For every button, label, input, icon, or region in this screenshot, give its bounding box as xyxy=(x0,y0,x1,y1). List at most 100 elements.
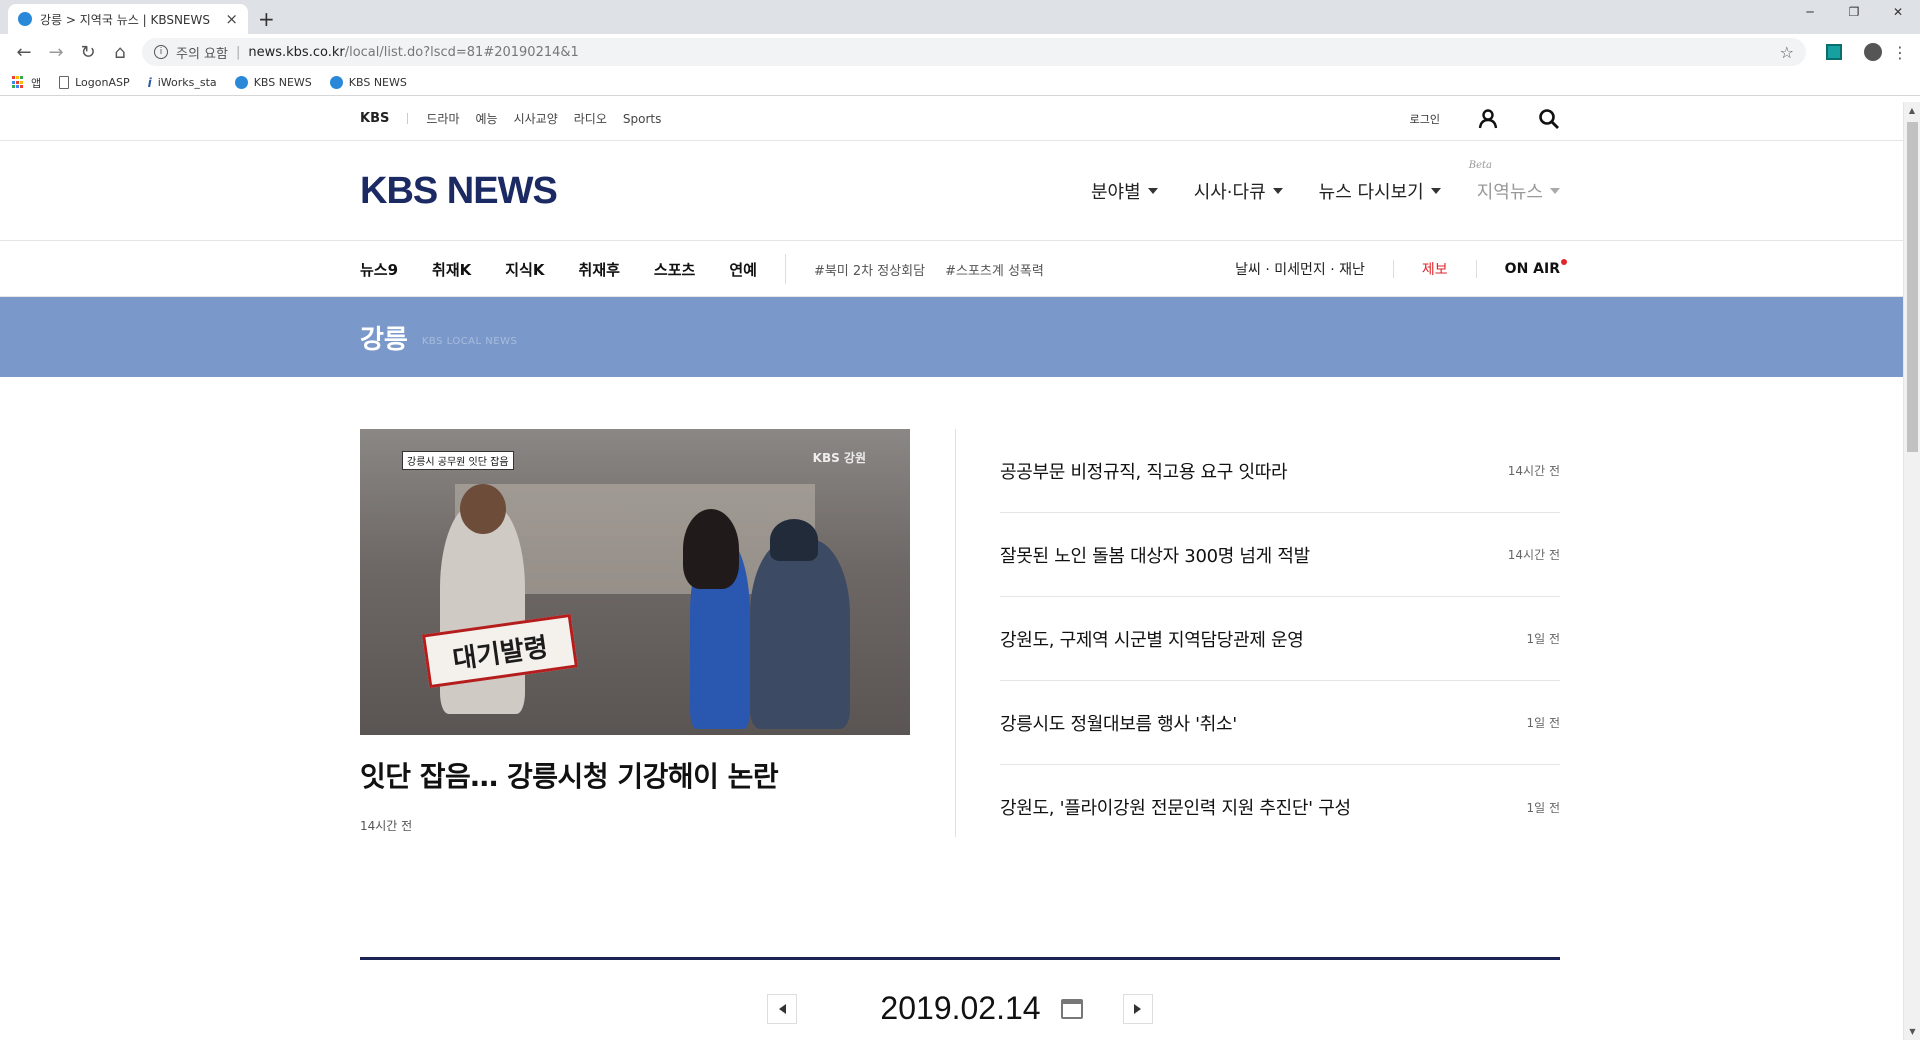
utility-nav: KBS 드라마 예능 시사교양 라디오 Sports 로그인 xyxy=(0,96,1920,141)
bookmark-label: iWorks_sta xyxy=(157,76,217,89)
menu-news-replay[interactable]: 뉴스 다시보기 xyxy=(1319,178,1441,204)
list-item[interactable]: 공공부문 비정규직, 직고용 요구 잇따라 14시간 전 xyxy=(1000,429,1560,513)
bookmark-label: LogonASP xyxy=(75,76,130,89)
main-menu: 분야별 시사·다큐 뉴스 다시보기 Beta 지역뉴스 xyxy=(1055,160,1560,204)
list-item[interactable]: 잘못된 노인 돌봄 대상자 300명 넘게 적발 14시간 전 xyxy=(1000,513,1560,597)
tab-strip: 강릉 > 지역국 뉴스 | KBSNEWS × + ─ ❐ ✕ xyxy=(0,0,1920,34)
search-icon[interactable] xyxy=(1538,108,1560,130)
util-link-entertainment[interactable]: 예능 xyxy=(475,110,497,127)
article-title[interactable]: 강원도, '플라이강원 전문인력 지원 추진단' 구성 xyxy=(1000,794,1526,820)
arrow-right-icon xyxy=(1134,1003,1142,1014)
next-date-button[interactable] xyxy=(1122,993,1153,1024)
bookmark-logonasp[interactable]: LogonASP xyxy=(59,76,130,89)
menu-documentary[interactable]: 시사·다큐 xyxy=(1194,178,1283,204)
region-title: 강릉 xyxy=(360,324,408,355)
caret-down-icon xyxy=(1147,188,1158,194)
vertical-scrollbar[interactable]: ▲ ▼ xyxy=(1903,102,1920,1040)
program-entertainment[interactable]: 연예 xyxy=(729,259,757,280)
program-news9[interactable]: 뉴스9 xyxy=(360,259,398,280)
account-icon[interactable] xyxy=(1864,43,1882,61)
new-tab-icon[interactable]: + xyxy=(258,7,275,31)
program-chwijaehu[interactable]: 취재후 xyxy=(579,259,620,280)
featured-title[interactable]: 잇단 잡음… 강릉시청 기강해이 논란 xyxy=(360,755,910,795)
article-title[interactable]: 공공부문 비정규직, 직고용 요구 잇따라 xyxy=(1000,458,1508,484)
program-chwijae-k[interactable]: 취재K xyxy=(432,259,471,280)
util-link-current-affairs[interactable]: 시사교양 xyxy=(514,110,558,127)
util-link-drama[interactable]: 드라마 xyxy=(426,110,459,127)
program-jisik-k[interactable]: 지식K xyxy=(505,259,544,280)
article-title[interactable]: 강원도, 구제역 시군별 지역담당관제 운영 xyxy=(1000,626,1526,652)
menu-label: 지역뉴스 xyxy=(1476,182,1543,203)
arrow-left-icon xyxy=(778,1003,786,1014)
featured-article[interactable]: 강릉시 공무원 잇단 잡음 KBS 강원 대기발령 잇단 잡음… 강릉시청 기강… xyxy=(360,429,910,849)
menu-by-category[interactable]: 분야별 xyxy=(1091,178,1158,204)
address-bar[interactable]: i 주의 요함 | news.kbs.co.kr /local/list.do?… xyxy=(142,38,1806,66)
restore-icon[interactable]: ❐ xyxy=(1832,0,1876,24)
minimize-icon[interactable]: ─ xyxy=(1788,0,1832,24)
util-link-radio[interactable]: 라디오 xyxy=(574,110,607,127)
url-separator: | xyxy=(235,44,241,60)
close-window-icon[interactable]: ✕ xyxy=(1876,0,1920,24)
list-item[interactable]: 강원도, 구제역 시군별 지역담당관제 운영 1일 전 xyxy=(1000,597,1560,681)
page-icon xyxy=(59,76,70,89)
bookmark-label: 앱 xyxy=(31,76,42,90)
article-title[interactable]: 잘못된 노인 돌봄 대상자 300명 넘게 적발 xyxy=(1000,542,1508,568)
list-item[interactable]: 강릉시도 정월대보름 행사 '취소' 1일 전 xyxy=(1000,681,1560,765)
menu-local-news[interactable]: Beta 지역뉴스 xyxy=(1469,160,1560,204)
bookmark-star-icon[interactable]: ☆ xyxy=(1780,43,1794,62)
menu-icon[interactable]: ⋮ xyxy=(1892,43,1908,62)
iworks-icon: i xyxy=(147,75,152,90)
current-date: 2019.02.14 xyxy=(880,990,1041,1026)
scroll-up-icon[interactable]: ▲ xyxy=(1904,102,1920,119)
prev-date-button[interactable] xyxy=(767,993,798,1024)
info-icon[interactable]: i xyxy=(154,45,168,59)
weather-link[interactable]: 날씨 · 미세먼지 · 재난 xyxy=(1235,259,1365,279)
util-link-sports[interactable]: Sports xyxy=(623,112,661,126)
kbs-favicon-icon xyxy=(18,12,32,26)
image-watermark: KBS 강원 xyxy=(812,451,866,465)
bookmarks-bar: 앱 LogonASP i iWorks_sta KBS NEWS KBS NEW… xyxy=(0,70,1920,96)
hashtag-link[interactable]: #스포츠계 성폭력 xyxy=(945,260,1044,279)
page-content: KBS 드라마 예능 시사교양 라디오 Sports 로그인 KBS NEWS … xyxy=(0,96,1920,1040)
article-title[interactable]: 강릉시도 정월대보름 행사 '취소' xyxy=(1000,710,1526,736)
bookmark-apps[interactable]: 앱 xyxy=(12,75,41,91)
login-link[interactable]: 로그인 xyxy=(1410,111,1440,127)
calendar-icon[interactable] xyxy=(1060,998,1083,1019)
scroll-down-icon[interactable]: ▼ xyxy=(1904,1023,1920,1040)
forward-icon[interactable]: → xyxy=(40,36,72,68)
report-link[interactable]: 제보 xyxy=(1422,259,1448,279)
region-banner: 강릉 KBS LOCAL NEWS xyxy=(0,297,1920,377)
featured-time: 14시간 전 xyxy=(360,819,413,833)
url-host: news.kbs.co.kr xyxy=(248,44,345,60)
article-time: 14시간 전 xyxy=(1507,548,1560,562)
browser-tab[interactable]: 강릉 > 지역국 뉴스 | KBSNEWS × xyxy=(8,4,248,34)
bookmark-iworks[interactable]: i iWorks_sta xyxy=(148,76,217,90)
close-tab-icon[interactable]: × xyxy=(225,10,238,28)
figure-head xyxy=(683,509,739,589)
list-item[interactable]: 강원도, '플라이강원 전문인력 지원 추진단' 구성 1일 전 xyxy=(1000,765,1560,849)
live-dot-icon xyxy=(1561,259,1567,265)
home-icon[interactable]: ⌂ xyxy=(104,36,136,68)
program-nav: 뉴스9 취재K 지식K 취재후 스포츠 연예 #북미 2차 정상회담 #스포츠계… xyxy=(0,241,1920,297)
extension-icon[interactable] xyxy=(1826,44,1842,60)
bookmark-kbs-news-1[interactable]: KBS NEWS xyxy=(234,76,312,89)
caret-down-icon xyxy=(1272,188,1283,194)
column-divider xyxy=(955,429,956,837)
program-sports[interactable]: 스포츠 xyxy=(654,259,695,280)
back-icon[interactable]: ← xyxy=(8,36,40,68)
reload-icon[interactable]: ↻ xyxy=(72,36,104,68)
onair-label: ON AIR xyxy=(1504,261,1560,277)
scroll-thumb[interactable] xyxy=(1907,122,1918,452)
featured-image[interactable]: 강릉시 공무원 잇단 잡음 KBS 강원 대기발령 xyxy=(360,429,910,735)
user-icon[interactable] xyxy=(1478,108,1498,129)
figure-man xyxy=(750,539,850,729)
bookmark-kbs-news-2[interactable]: KBS NEWS xyxy=(329,76,407,89)
onair-link[interactable]: ON AIR xyxy=(1504,259,1567,277)
kbs-home-link[interactable]: KBS xyxy=(360,111,389,126)
article-time: 1일 전 xyxy=(1526,632,1560,646)
region-subtitle: KBS LOCAL NEWS xyxy=(421,335,518,347)
hashtag-link[interactable]: #북미 2차 정상회담 xyxy=(814,260,925,279)
kbs-news-logo[interactable]: KBS NEWS xyxy=(360,170,558,213)
image-caption: 강릉시 공무원 잇단 잡음 xyxy=(402,451,514,470)
divider xyxy=(407,113,409,124)
